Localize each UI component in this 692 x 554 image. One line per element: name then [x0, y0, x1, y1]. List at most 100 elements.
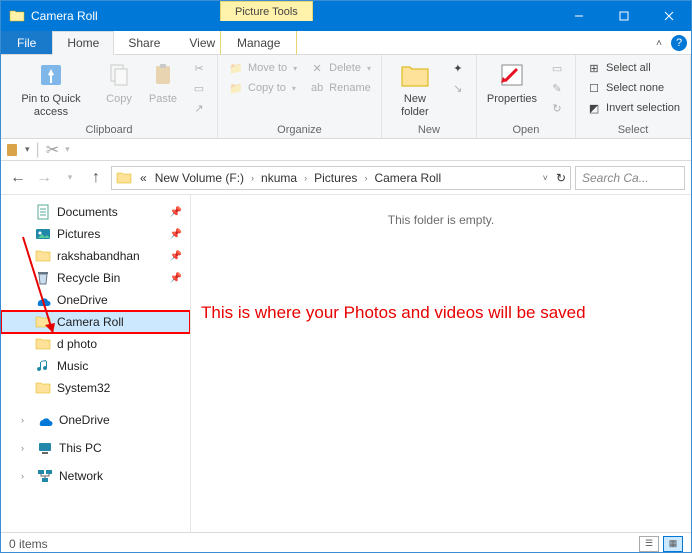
- new-folder-label: New folder: [392, 93, 438, 118]
- maximize-button[interactable]: [601, 1, 646, 31]
- tree-item-onedrive[interactable]: OneDrive: [1, 289, 190, 311]
- ribbon-group-new: New folder ✦ ↘ New: [382, 55, 477, 138]
- folder-icon: [9, 8, 25, 24]
- group-label-organize: Organize: [277, 124, 322, 138]
- new-folder-button[interactable]: New folder: [388, 57, 442, 120]
- address-bar[interactable]: « New Volume (F:)› nkuma› Pictures› Came…: [111, 166, 571, 190]
- close-button[interactable]: [646, 1, 691, 31]
- new-item-button[interactable]: ✦: [446, 59, 470, 77]
- move-icon: 📁: [228, 60, 244, 76]
- breadcrumb-ellipsis[interactable]: «: [136, 167, 151, 189]
- properties-icon: [496, 59, 528, 91]
- copy-label: Copy: [106, 93, 132, 106]
- tree-item-pictures[interactable]: Pictures📌: [1, 223, 190, 245]
- collapse-ribbon-button[interactable]: ˄: [651, 35, 667, 51]
- empty-folder-message: This folder is empty.: [388, 213, 494, 532]
- tree-root-this-pc[interactable]: ›This PC: [1, 437, 190, 459]
- tree-root-network[interactable]: ›Network: [1, 465, 190, 487]
- select-none-icon: ☐: [586, 80, 602, 96]
- status-bar: 0 items ☰ ▦: [1, 532, 691, 554]
- rename-icon: ab: [309, 80, 325, 96]
- folder-icon: [35, 336, 51, 352]
- easy-access-button: ↘: [446, 79, 470, 97]
- up-button[interactable]: ↑: [85, 167, 107, 189]
- ribbon-tabs: File Home Share View Manage ˄ ?: [1, 31, 691, 55]
- tree-root-onedrive[interactable]: ›OneDrive: [1, 409, 190, 431]
- tab-manage[interactable]: Manage: [220, 31, 297, 55]
- qat-scissors-icon: ✂: [46, 140, 59, 160]
- breadcrumb-item[interactable]: New Volume (F:): [151, 167, 248, 189]
- copyto-icon: 📁: [228, 80, 244, 96]
- pin-quick-access-button[interactable]: Pin to Quick access: [7, 57, 95, 120]
- paste-icon: [147, 59, 179, 91]
- path-icon: ▭: [191, 80, 207, 96]
- tree-item-recycle-bin[interactable]: Recycle Bin📌: [1, 267, 190, 289]
- select-all-button[interactable]: ⊞Select all: [582, 59, 684, 77]
- tab-file[interactable]: File: [1, 31, 52, 54]
- pin-icon: 📌: [170, 273, 182, 284]
- picture-icon: [35, 226, 51, 242]
- file-list-area[interactable]: This folder is empty. This is where your…: [191, 195, 691, 532]
- address-dropdown[interactable]: ˅: [539, 173, 552, 183]
- properties-button[interactable]: Properties: [483, 57, 541, 108]
- tree-item-camera-roll[interactable]: Camera Roll: [1, 311, 190, 333]
- breadcrumb-item[interactable]: Camera Roll: [370, 167, 445, 189]
- minimize-button[interactable]: [556, 1, 601, 31]
- invert-icon: ◩: [586, 100, 602, 116]
- chevron-right-icon[interactable]: ›: [361, 173, 370, 183]
- history-icon: ↻: [549, 100, 565, 116]
- copy-button: Copy: [99, 57, 139, 108]
- select-none-button[interactable]: ☐Select none: [582, 79, 684, 97]
- title-bar: Camera Roll: [1, 1, 691, 31]
- recycle-icon: [35, 270, 51, 286]
- chevron-right-icon[interactable]: ›: [21, 471, 31, 481]
- search-input[interactable]: Search Ca...: [575, 166, 685, 190]
- group-label-new: New: [418, 124, 440, 138]
- tree-item-d-photo[interactable]: d photo: [1, 333, 190, 355]
- pin-icon: [35, 59, 67, 91]
- back-button[interactable]: ←: [7, 167, 29, 189]
- recent-dropdown[interactable]: ▾: [59, 167, 81, 189]
- tree-item-music[interactable]: Music: [1, 355, 190, 377]
- tree-item-system32[interactable]: System32: [1, 377, 190, 399]
- group-label-clipboard: Clipboard: [85, 124, 132, 138]
- qat-dropdown-2[interactable]: ▾: [65, 144, 70, 155]
- forward-button: →: [33, 167, 55, 189]
- details-view-button[interactable]: ☰: [639, 536, 659, 552]
- easy-access-icon: ↘: [450, 80, 466, 96]
- properties-label: Properties: [487, 93, 537, 106]
- breadcrumb-item[interactable]: nkuma: [257, 167, 301, 189]
- tree-item-rakshabandhan[interactable]: rakshabandhan📌: [1, 245, 190, 267]
- rename-button: abRename: [305, 79, 375, 97]
- refresh-button[interactable]: ↻: [552, 171, 570, 185]
- onedrive-cloud-icon: [37, 412, 53, 428]
- qat-dropdown[interactable]: ▾: [25, 144, 30, 155]
- folder-icon: [35, 380, 51, 396]
- chevron-right-icon[interactable]: ›: [21, 415, 31, 425]
- breadcrumb-item[interactable]: Pictures: [310, 167, 361, 189]
- ribbon-group-open: Properties ▭ ✎ ↻ Open: [477, 55, 576, 138]
- tree-item-documents[interactable]: Documents📌: [1, 201, 190, 223]
- copy-icon: [103, 59, 135, 91]
- tab-share[interactable]: Share: [114, 31, 175, 54]
- navigation-tree[interactable]: Documents📌 Pictures📌 rakshabandhan📌 Recy…: [1, 195, 191, 532]
- chevron-right-icon[interactable]: ›: [301, 173, 310, 183]
- ribbon-group-select: ⊞Select all ☐Select none ◩Invert selecti…: [576, 55, 691, 138]
- invert-selection-button[interactable]: ◩Invert selection: [582, 99, 684, 117]
- chevron-right-icon[interactable]: ›: [248, 173, 257, 183]
- pin-icon: 📌: [170, 207, 182, 218]
- history-button: ↻: [545, 99, 569, 117]
- pin-label: Pin to Quick access: [11, 93, 91, 118]
- ribbon-group-clipboard: Pin to Quick access Copy Paste ✂ ▭ ↗ Cli…: [1, 55, 218, 138]
- chevron-right-icon[interactable]: ›: [21, 443, 31, 453]
- onedrive-icon: [35, 292, 51, 308]
- document-icon: [35, 204, 51, 220]
- tab-home[interactable]: Home: [52, 31, 114, 55]
- icons-view-button[interactable]: ▦: [663, 536, 683, 552]
- help-button[interactable]: ?: [671, 35, 687, 51]
- copy-to-button: 📁Copy to: [224, 79, 301, 97]
- folder-icon: [35, 314, 51, 330]
- shortcut-icon: ↗: [191, 100, 207, 116]
- delete-icon: ✕: [309, 60, 325, 76]
- clipboard-icon[interactable]: [5, 143, 19, 157]
